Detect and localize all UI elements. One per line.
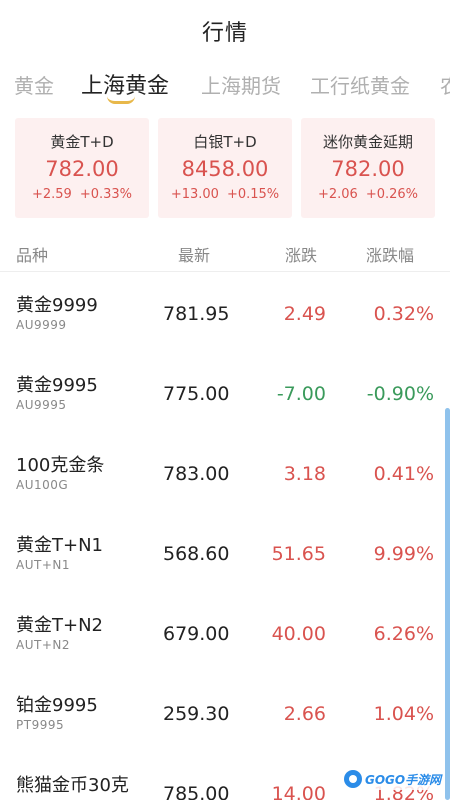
card-name: 黄金T+D <box>50 133 114 151</box>
tab-gold[interactable]: 黄金 <box>14 70 54 99</box>
active-tab-indicator <box>107 96 135 104</box>
quote-row[interactable]: 100克金条 AU100G 783.00 3.18 0.41% <box>0 433 450 513</box>
quote-card[interactable]: 白银T+D 8458.00 +13.00 +0.15% <box>158 118 292 218</box>
row-code: PT9995 <box>16 718 65 732</box>
column-variety: 品种 <box>16 246 49 265</box>
row-percent: 1.04% <box>373 703 434 725</box>
row-price: 783.00 <box>163 463 230 485</box>
quote-row[interactable]: 黄金T+N2 AUT+N2 679.00 40.00 6.26% <box>0 593 450 673</box>
quote-card[interactable]: 黄金T+D 782.00 +2.59 +0.33% <box>15 118 149 218</box>
row-code: AU9995 <box>16 398 67 412</box>
scrollbar[interactable] <box>445 408 450 800</box>
column-percent[interactable]: 涨跌幅 <box>366 242 414 266</box>
row-percent: 9.99% <box>373 543 434 565</box>
row-price: 785.00 <box>163 783 230 800</box>
card-change: +2.06 <box>317 187 358 202</box>
card-price: 8458.00 <box>181 157 269 181</box>
card-price: 782.00 <box>331 157 405 181</box>
card-change: +2.59 <box>31 187 72 202</box>
row-change: 2.66 <box>283 703 326 725</box>
row-name: 铂金9995 <box>16 695 98 716</box>
row-code: AU9999 <box>16 318 67 332</box>
row-name: 黄金9995 <box>16 375 98 396</box>
quote-card[interactable]: 迷你黄金延期 782.00 +2.06 +0.26% <box>301 118 435 218</box>
tab-shanghai-futures[interactable]: 上海期货 <box>201 70 281 99</box>
row-code: AU100G <box>16 478 69 492</box>
card-price: 782.00 <box>45 157 119 181</box>
row-name: 黄金9999 <box>16 295 98 316</box>
row-percent: 0.41% <box>373 463 434 485</box>
gogo-logo-icon <box>344 770 362 788</box>
card-percent: +0.15% <box>226 187 280 202</box>
card-percent: +0.26% <box>365 187 419 202</box>
row-percent: -0.90% <box>366 383 434 405</box>
tab-icbc-paper-gold[interactable]: 工行纸黄金 <box>310 70 410 99</box>
column-latest[interactable]: 最新 <box>178 242 210 266</box>
row-change: 14.00 <box>271 783 326 800</box>
watermark-text: GOGO手游网 <box>365 772 442 787</box>
quote-row[interactable]: 黄金9999 AU9999 781.95 2.49 0.32% <box>0 273 450 353</box>
page-title: 行情 <box>201 21 248 46</box>
quote-row[interactable]: 黄金9995 AU9995 775.00 -7.00 -0.90% <box>0 353 450 433</box>
row-name: 熊猫金币30克 <box>16 775 129 796</box>
row-percent: 6.26% <box>373 623 434 645</box>
market-tabs: 黄金 上海黄金 上海期货 工行纸黄金 农 <box>0 62 450 108</box>
quote-cards: 黄金T+D 782.00 +2.59 +0.33% 白银T+D 8458.00 +… <box>0 118 450 218</box>
row-change: 40.00 <box>271 623 326 645</box>
row-price: 259.30 <box>163 703 230 725</box>
quote-list: 黄金9999 AU9999 781.95 2.49 0.32% 黄金9995 A… <box>0 273 450 800</box>
column-header: 品种 最新 涨跌 涨跌幅 <box>0 232 450 272</box>
row-code: AUT+N2 <box>16 638 70 652</box>
row-percent: 0.32% <box>373 303 434 325</box>
column-change[interactable]: 涨跌 <box>285 242 317 266</box>
row-name: 黄金T+N2 <box>16 615 103 636</box>
quote-row[interactable]: 黄金T+N1 AUT+N1 568.60 51.65 9.99% <box>0 513 450 593</box>
row-price: 781.95 <box>163 303 230 325</box>
row-change: 2.49 <box>283 303 326 325</box>
card-name: 迷你黄金延期 <box>322 133 413 151</box>
row-code: AUT+N1 <box>16 558 70 572</box>
row-price: 568.60 <box>163 543 230 565</box>
card-percent: +0.33% <box>79 187 133 202</box>
row-name: 100克金条 <box>16 455 105 476</box>
row-name: 黄金T+N1 <box>16 535 103 556</box>
row-change: 51.65 <box>271 543 326 565</box>
row-price: 775.00 <box>163 383 230 405</box>
row-change: -7.00 <box>276 383 326 405</box>
site-watermark: GOGO手游网 <box>340 768 446 790</box>
card-name: 白银T+D <box>193 133 257 151</box>
quote-row[interactable]: 铂金9995 PT9995 259.30 2.66 1.04% <box>0 673 450 753</box>
app-header: 行情 <box>0 0 450 62</box>
row-price: 679.00 <box>163 623 230 645</box>
card-change: +13.00 <box>170 187 219 202</box>
row-change: 3.18 <box>283 463 326 485</box>
tab-agricultural[interactable]: 农 <box>440 70 450 99</box>
